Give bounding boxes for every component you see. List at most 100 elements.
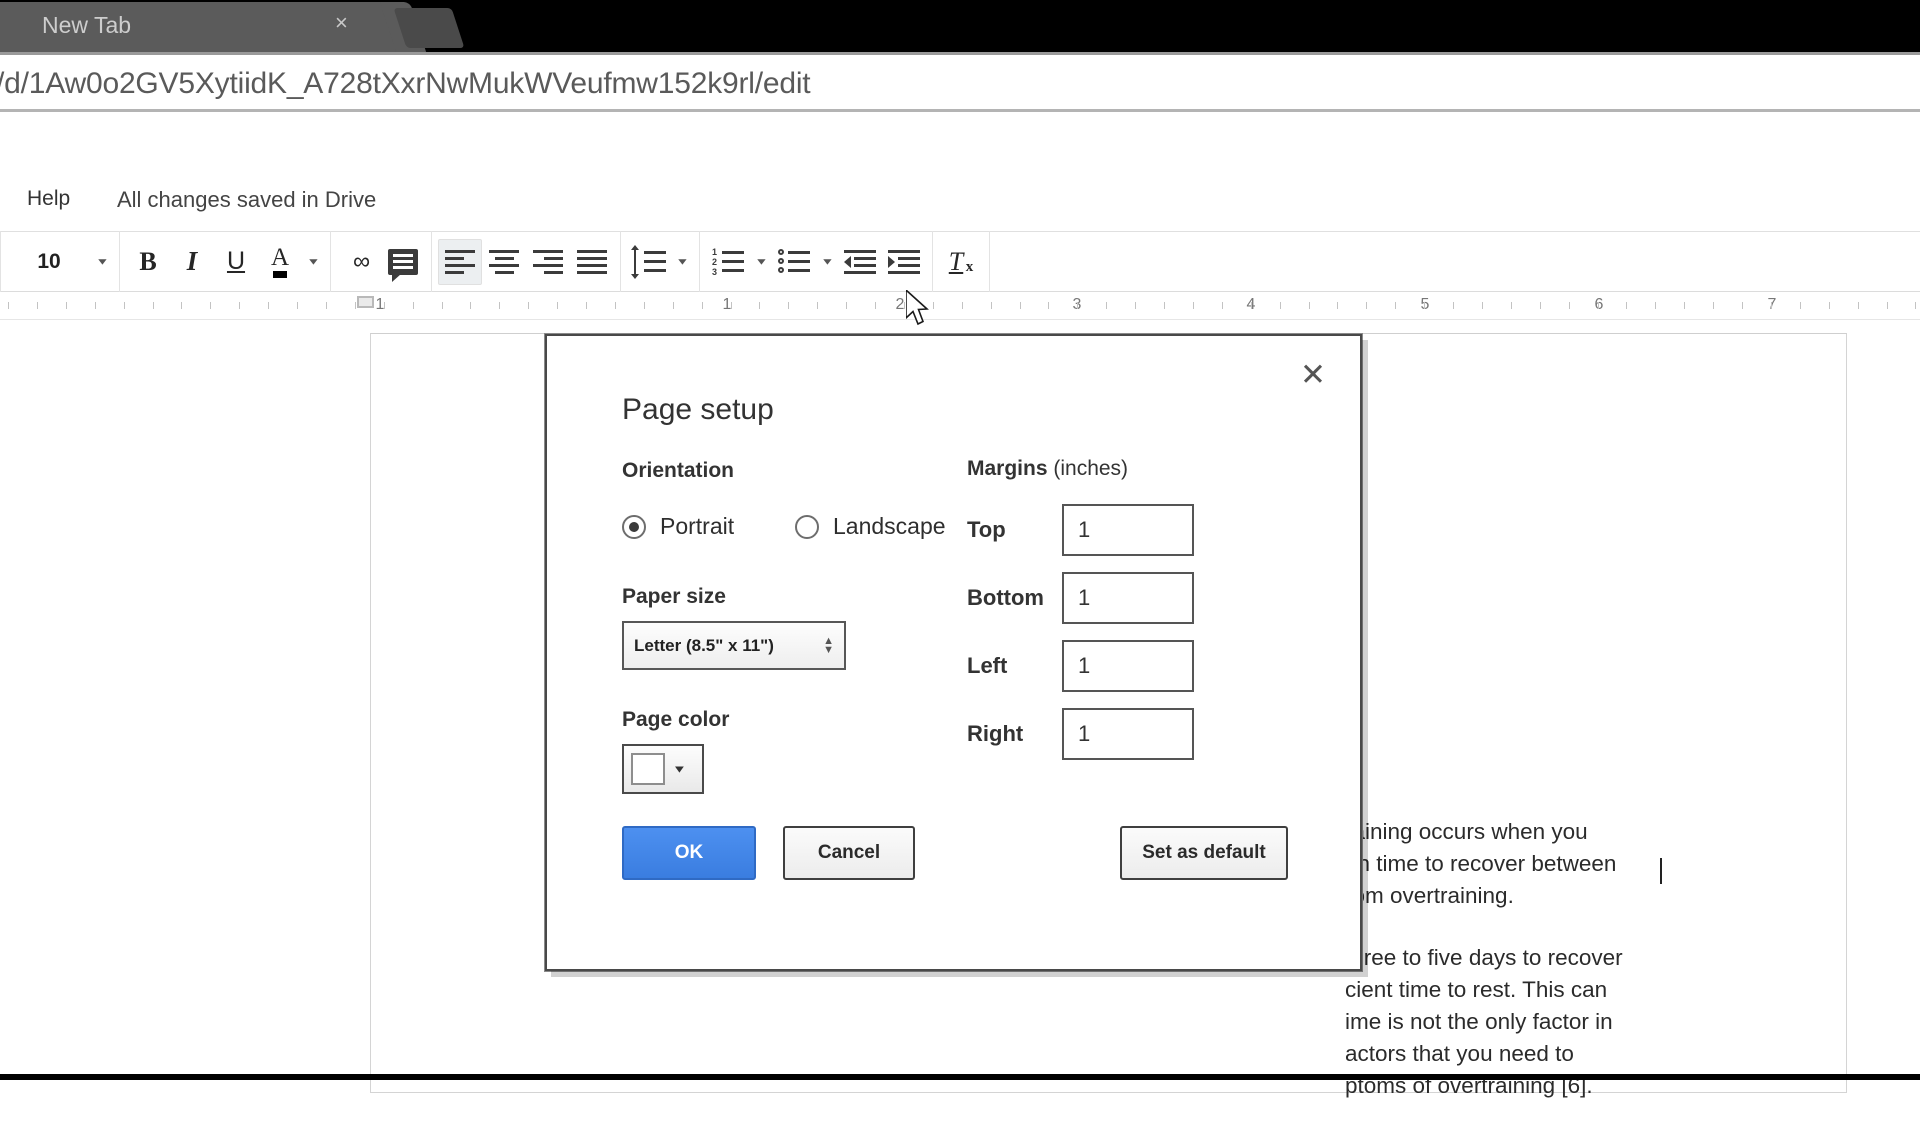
ruler-tick xyxy=(1858,302,1859,309)
font-size-value[interactable]: 10 xyxy=(7,239,91,285)
ruler-tick xyxy=(384,302,385,309)
ok-button[interactable]: OK xyxy=(622,826,756,880)
cancel-button[interactable]: Cancel xyxy=(783,826,915,880)
ruler-tick xyxy=(1337,302,1338,309)
align-right-button[interactable] xyxy=(526,239,570,285)
insert-comment-button[interactable] xyxy=(381,239,425,285)
tab-close-icon[interactable]: × xyxy=(335,12,348,34)
text-color-button[interactable]: A xyxy=(258,239,302,285)
close-icon[interactable]: ✕ xyxy=(1300,364,1326,386)
ruler-tick xyxy=(1135,302,1136,309)
doc-line: three to five days to recover xyxy=(1345,945,1623,970)
ruler-tick xyxy=(297,302,298,309)
toolbar-group-align xyxy=(432,231,621,292)
margin-row-right: Right xyxy=(967,708,1194,760)
decrease-indent-button[interactable] xyxy=(838,239,882,285)
align-left-icon xyxy=(445,250,475,274)
ruler-tick xyxy=(1655,302,1656,309)
align-center-icon xyxy=(489,250,519,274)
paper-size-select[interactable]: Letter (8.5" x 11") ▲▼ xyxy=(622,621,846,670)
increase-indent-icon xyxy=(888,250,920,274)
address-bar[interactable]: /d/1Aw0o2GV5XytiidK_A728tXxrNwMukWVeufmw… xyxy=(0,52,1920,112)
chevron-down-icon-numberedlist[interactable] xyxy=(750,239,772,285)
ruler-tick xyxy=(355,302,356,309)
set-as-default-button[interactable]: Set as default xyxy=(1120,826,1288,880)
chevron-down-icon-bulletedlist[interactable] xyxy=(816,239,838,285)
increase-indent-button[interactable] xyxy=(882,239,926,285)
document-ruler[interactable]: 1 1 2 3 4 5 6 7 xyxy=(0,292,1920,320)
chevron-down-icon-pagecolor[interactable]: ▼ xyxy=(672,763,687,775)
bold-button[interactable]: B xyxy=(126,239,170,285)
url-text[interactable]: /d/1Aw0o2GV5XytiidK_A728tXxrNwMukWVeufmw… xyxy=(0,67,810,101)
new-tab-button[interactable] xyxy=(394,8,465,48)
ruler-tick xyxy=(1309,302,1310,309)
margin-right-label: Right xyxy=(967,721,1062,747)
ruler-tick xyxy=(962,302,963,309)
italic-button[interactable]: I xyxy=(170,239,214,285)
line-spacing-button[interactable] xyxy=(627,239,671,285)
bulleted-list-button[interactable] xyxy=(772,239,816,285)
chevron-down-icon-fontsize[interactable] xyxy=(91,239,113,285)
ruler-tick xyxy=(528,302,529,309)
doc-line: gh time to recover between xyxy=(1345,851,1616,876)
ruler-tick xyxy=(499,302,500,309)
chevron-down-icon-linespacing[interactable] xyxy=(671,239,693,285)
toolbar-group-textstyle: B I U A xyxy=(120,231,331,292)
save-status-label: All changes saved in Drive xyxy=(117,187,376,213)
ruler-tick xyxy=(1164,302,1165,309)
ruler-tick xyxy=(702,302,703,309)
document-body-text[interactable]: raining occurs when you gh time to recov… xyxy=(1345,816,1765,1132)
ruler-tick xyxy=(673,302,674,309)
ruler-tick xyxy=(124,302,125,309)
spinner-arrows-icon[interactable]: ▲▼ xyxy=(823,637,834,655)
page-color-picker[interactable]: ▼ xyxy=(622,744,704,794)
ruler-tick xyxy=(1887,302,1888,309)
margin-row-bottom: Bottom xyxy=(967,572,1194,624)
margin-top-input[interactable] xyxy=(1062,504,1194,556)
browser-chrome: New Tab × xyxy=(0,0,1920,52)
margin-bottom-input[interactable] xyxy=(1062,572,1194,624)
clear-formatting-button[interactable]: Tx xyxy=(939,239,983,285)
ruler-tick xyxy=(759,302,760,309)
ruler-tick xyxy=(210,302,211,309)
ruler-tick xyxy=(8,302,9,309)
align-justify-button[interactable] xyxy=(570,239,614,285)
ruler-tick xyxy=(933,302,934,309)
ruler-tick xyxy=(788,302,789,309)
radio-landscape[interactable]: Landscape xyxy=(795,513,946,540)
page-color-swatch[interactable] xyxy=(631,753,665,785)
tab-strip: New Tab × xyxy=(0,0,1920,52)
chevron-down-icon-textcolor[interactable] xyxy=(302,239,324,285)
margin-left-input[interactable] xyxy=(1062,640,1194,692)
ruler-number: 7 xyxy=(1768,296,1777,314)
numbered-list-button[interactable]: 123 xyxy=(706,239,750,285)
ruler-tick xyxy=(326,302,327,309)
ruler-tick xyxy=(268,302,269,309)
menu-item-help[interactable]: Help xyxy=(27,187,70,211)
ruler-tick xyxy=(904,302,905,309)
text-color-icon: A xyxy=(271,245,289,279)
ruler-tick xyxy=(1453,302,1454,309)
link-icon: ∞ xyxy=(353,248,365,276)
align-center-button[interactable] xyxy=(482,239,526,285)
radio-landscape-icon[interactable] xyxy=(795,515,819,539)
ruler-tick xyxy=(442,302,443,309)
margin-right-input[interactable] xyxy=(1062,708,1194,760)
page-color-label: Page color xyxy=(622,708,729,732)
underline-icon: U xyxy=(227,247,245,276)
ruler-indent-marker[interactable] xyxy=(357,296,374,308)
ruler-tick xyxy=(1048,302,1049,309)
text-caret xyxy=(1660,858,1662,884)
radio-portrait-icon[interactable] xyxy=(622,515,646,539)
margin-bottom-label: Bottom xyxy=(967,585,1062,611)
underline-button[interactable]: U xyxy=(214,239,258,285)
ruler-tick xyxy=(1424,302,1425,309)
ruler-tick xyxy=(586,302,587,309)
ruler-tick xyxy=(1829,302,1830,309)
ruler-tick xyxy=(644,302,645,309)
ruler-tick xyxy=(1598,302,1599,309)
align-left-button[interactable] xyxy=(438,239,482,285)
radio-portrait[interactable]: Portrait xyxy=(622,513,734,540)
ruler-tick xyxy=(181,302,182,309)
insert-link-button[interactable]: ∞ xyxy=(337,239,381,285)
